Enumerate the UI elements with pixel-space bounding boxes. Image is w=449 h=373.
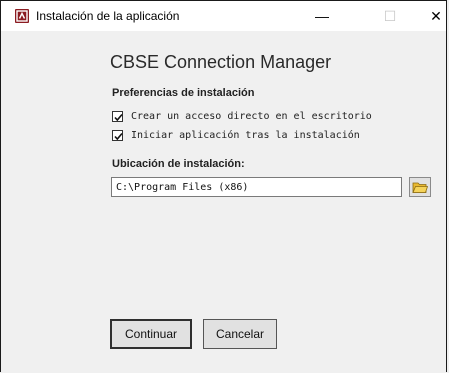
window-title: Instalación de la aplicación <box>36 9 180 23</box>
launch-after-install-checkbox[interactable] <box>112 129 123 141</box>
install-location-label: Ubicación de instalación: <box>112 158 245 170</box>
title-bar[interactable]: Instalación de la aplicación — ☐ ✕ <box>1 1 446 31</box>
minimize-icon: — <box>315 8 329 24</box>
installer-window: Instalación de la aplicación — ☐ ✕ CBSE … <box>0 0 447 372</box>
close-icon: ✕ <box>430 7 442 24</box>
maximize-button[interactable]: ☐ <box>367 1 413 31</box>
minimize-button[interactable]: — <box>299 1 345 31</box>
launch-after-install-label: Iniciar aplicación tras la instalación <box>131 129 360 141</box>
desktop-shortcut-label: Crear un acceso directo en el escritorio <box>131 110 372 122</box>
desktop-shortcut-option[interactable]: Crear un acceso directo en el escritorio <box>112 109 372 123</box>
desktop-shortcut-checkbox[interactable] <box>112 110 123 122</box>
cancel-button[interactable]: Cancelar <box>203 319 277 349</box>
install-path-input[interactable] <box>111 177 402 197</box>
installer-content: CBSE Connection Manager Preferencias de … <box>1 31 446 373</box>
close-button[interactable]: ✕ <box>413 1 449 31</box>
check-icon <box>114 113 123 121</box>
app-name-heading: CBSE Connection Manager <box>110 52 332 72</box>
preferences-label: Preferencias de instalación <box>112 87 255 99</box>
folder-open-icon <box>412 182 428 193</box>
browse-folder-button[interactable] <box>409 177 431 197</box>
continue-button[interactable]: Continuar <box>110 319 192 349</box>
check-icon <box>114 132 123 140</box>
maximize-icon: ☐ <box>383 7 397 24</box>
app-logo-icon <box>15 9 29 23</box>
launch-after-install-option[interactable]: Iniciar aplicación tras la instalación <box>112 128 360 142</box>
